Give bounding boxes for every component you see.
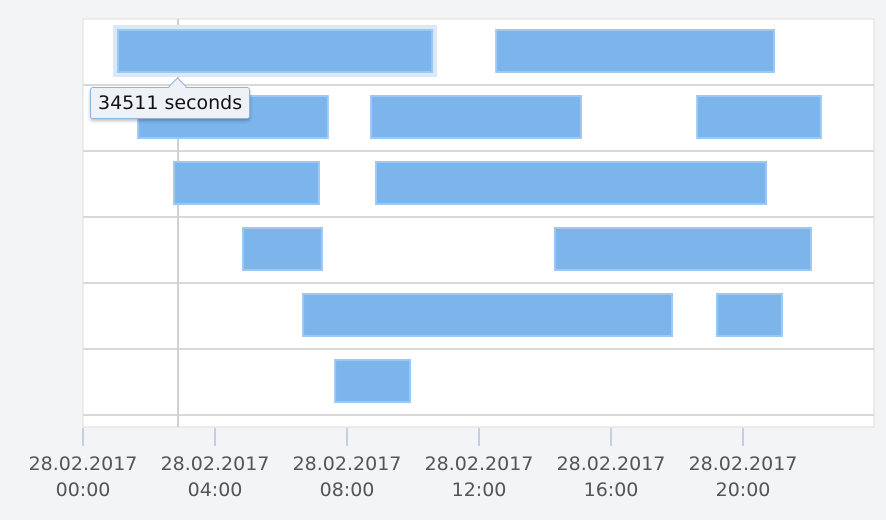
x-tick-label-date: 28.02.2017 — [29, 453, 138, 475]
gantt-bar[interactable] — [375, 161, 768, 205]
gantt-bar[interactable] — [116, 29, 434, 73]
x-tick-label-date: 28.02.2017 — [293, 453, 402, 475]
x-tick-label-date: 28.02.2017 — [557, 453, 666, 475]
x-tick-label-time: 04:00 — [188, 479, 243, 501]
gantt-bar[interactable] — [495, 29, 776, 73]
gantt-bar[interactable] — [242, 227, 323, 271]
gantt-bar[interactable] — [173, 161, 320, 205]
gantt-bar[interactable] — [302, 293, 674, 337]
plot-background — [82, 18, 875, 428]
tooltip: 34511 seconds — [90, 87, 251, 119]
gantt-bar[interactable] — [553, 227, 812, 271]
x-tick-label-date: 28.02.2017 — [425, 453, 534, 475]
gantt-bar[interactable] — [334, 359, 412, 403]
x-tick-label-time: 20:00 — [716, 479, 771, 501]
x-tick-label-time: 12:00 — [452, 479, 507, 501]
gantt-chart: 28.02.2017 00:00 28.02.2017 04:00 28.02.2017… — [29, 18, 875, 501]
x-tick-label-time: 00:00 — [56, 479, 111, 501]
x-axis: 28.02.2017 00:00 28.02.2017 04:00 28.02.2017… — [29, 428, 798, 501]
gantt-bar[interactable] — [715, 293, 783, 337]
gantt-bar[interactable] — [696, 95, 822, 139]
gantt-bar[interactable] — [370, 95, 582, 139]
x-tick-label-date: 28.02.2017 — [689, 453, 798, 475]
x-tick-label-time: 16:00 — [584, 479, 639, 501]
x-tick-label-time: 08:00 — [320, 479, 375, 501]
x-tick-label-date: 28.02.2017 — [161, 453, 270, 475]
